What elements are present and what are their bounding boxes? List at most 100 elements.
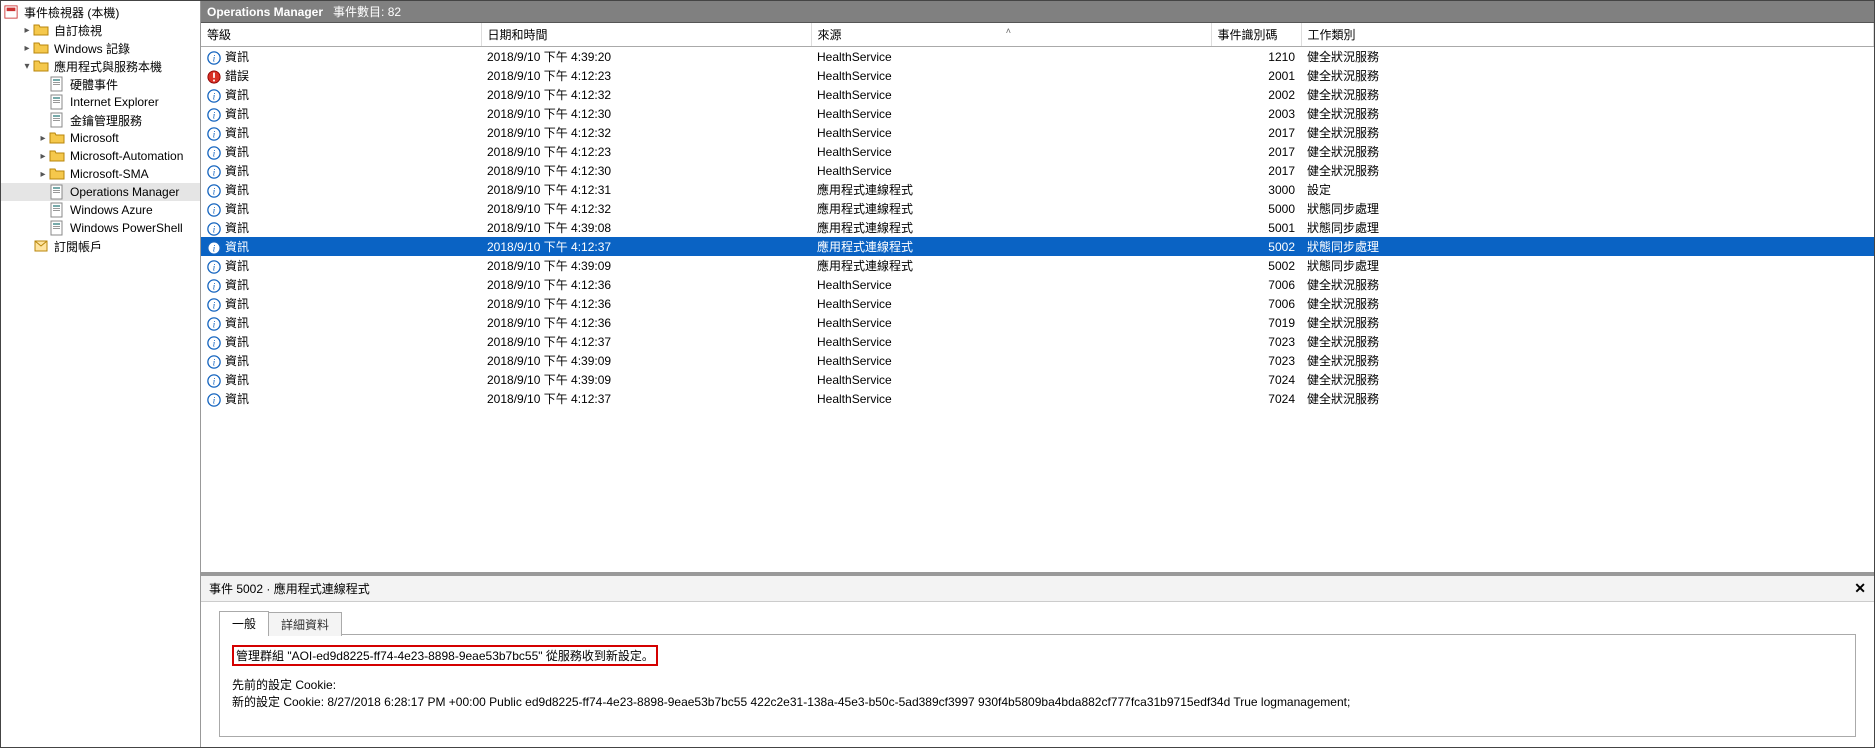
table-row[interactable]: 錯誤2018/9/10 下午 4:12:23HealthService2001健… xyxy=(201,66,1874,85)
close-icon[interactable]: ✕ xyxy=(1854,580,1866,597)
cell-source: HealthService xyxy=(811,351,1211,370)
cell-eventid: 5002 xyxy=(1211,237,1301,256)
table-row[interactable]: i資訊2018/9/10 下午 4:12:32HealthService2002… xyxy=(201,85,1874,104)
grid-header-bar: Operations Manager 事件數目: 82 xyxy=(201,1,1874,23)
tree-item-label: Microsoft-SMA xyxy=(68,167,151,181)
table-row[interactable]: i資訊2018/9/10 下午 4:12:36HealthService7006… xyxy=(201,275,1874,294)
tree-expand-icon[interactable]: ▸ xyxy=(37,133,49,144)
tree-item[interactable]: ▸Windows 記錄 xyxy=(1,39,200,57)
col-level[interactable]: 等級 xyxy=(201,23,481,47)
table-row[interactable]: i資訊2018/9/10 下午 4:12:37應用程式連線程式5002狀態同步處… xyxy=(201,237,1874,256)
info-icon: i xyxy=(207,203,221,217)
tree-item[interactable]: 訂閱帳戶 xyxy=(1,237,200,255)
tree-item[interactable]: Internet Explorer xyxy=(1,93,200,111)
cell-datetime: 2018/9/10 下午 4:12:37 xyxy=(481,237,811,256)
info-icon: i xyxy=(207,298,221,312)
col-datetime[interactable]: 日期和時間 xyxy=(481,23,811,47)
cell-datetime: 2018/9/10 下午 4:12:30 xyxy=(481,161,811,180)
cell-source: HealthService xyxy=(811,332,1211,351)
cell-eventid: 2017 xyxy=(1211,161,1301,180)
tree-item[interactable]: 硬體事件 xyxy=(1,75,200,93)
table-row[interactable]: i資訊2018/9/10 下午 4:39:08應用程式連線程式5001狀態同步處… xyxy=(201,218,1874,237)
cell-level: 資訊 xyxy=(225,278,249,292)
cell-source: HealthService xyxy=(811,294,1211,313)
cell-source: 應用程式連線程式 xyxy=(811,218,1211,237)
tree-item-label: 訂閱帳戶 xyxy=(52,238,104,255)
info-icon: i xyxy=(207,355,221,369)
tree-expand-icon[interactable]: ▸ xyxy=(37,169,49,180)
tree-expand-icon[interactable]: ▸ xyxy=(21,25,33,36)
tree-item[interactable]: 金鑰管理服務 xyxy=(1,111,200,129)
tree-item[interactable]: ▸Microsoft-Automation xyxy=(1,147,200,165)
folder-icon xyxy=(49,166,65,182)
event-grid[interactable]: 等級 日期和時間 來源˄ 事件識別碼 工作類別 i資訊2018/9/10 下午 … xyxy=(201,23,1874,408)
cell-source: HealthService xyxy=(811,370,1211,389)
info-icon: i xyxy=(207,222,221,236)
tree-item[interactable]: Windows Azure xyxy=(1,201,200,219)
detail-body[interactable]: 管理群組 "AOI-ed9d8225-ff74-4e23-8898-9eae53… xyxy=(219,634,1856,737)
col-eventid[interactable]: 事件識別碼 xyxy=(1211,23,1301,47)
tree-expand-icon[interactable]: ▾ xyxy=(21,61,33,72)
table-row[interactable]: i資訊2018/9/10 下午 4:12:23HealthService2017… xyxy=(201,142,1874,161)
error-icon xyxy=(207,70,221,84)
cell-category: 健全狀況服務 xyxy=(1301,370,1874,389)
table-row[interactable]: i資訊2018/9/10 下午 4:12:36HealthService7019… xyxy=(201,313,1874,332)
svg-text:i: i xyxy=(213,224,216,235)
table-row[interactable]: i資訊2018/9/10 下午 4:39:09HealthService7023… xyxy=(201,351,1874,370)
svg-text:i: i xyxy=(213,319,216,330)
cell-level: 資訊 xyxy=(225,107,249,121)
cell-datetime: 2018/9/10 下午 4:12:32 xyxy=(481,199,811,218)
navigation-tree[interactable]: 事件檢視器 (本機) ▸自訂檢視▸Windows 記錄▾應用程式與服務本機硬體事… xyxy=(1,1,201,747)
info-icon: i xyxy=(207,336,221,350)
info-icon: i xyxy=(207,184,221,198)
tree-item[interactable]: Operations Manager xyxy=(1,183,200,201)
cell-datetime: 2018/9/10 下午 4:12:32 xyxy=(481,123,811,142)
cell-eventid: 2002 xyxy=(1211,85,1301,104)
table-row[interactable]: i資訊2018/9/10 下午 4:39:20HealthService1210… xyxy=(201,47,1874,67)
cell-datetime: 2018/9/10 下午 4:39:08 xyxy=(481,218,811,237)
info-icon: i xyxy=(207,374,221,388)
cell-level: 錯誤 xyxy=(225,69,249,83)
table-row[interactable]: i資訊2018/9/10 下午 4:39:09應用程式連線程式5002狀態同步處… xyxy=(201,256,1874,275)
tree-item[interactable]: Windows PowerShell xyxy=(1,219,200,237)
cell-level: 資訊 xyxy=(225,50,249,64)
svg-text:i: i xyxy=(213,91,216,102)
table-row[interactable]: i資訊2018/9/10 下午 4:12:31應用程式連線程式3000設定 xyxy=(201,180,1874,199)
svg-text:i: i xyxy=(213,357,216,368)
tree-item[interactable]: ▸Microsoft xyxy=(1,129,200,147)
detail-title: 事件 5002 · 應用程式連線程式 xyxy=(209,580,370,597)
cell-source: HealthService xyxy=(811,104,1211,123)
detail-highlight: 管理群組 "AOI-ed9d8225-ff74-4e23-8898-9eae53… xyxy=(232,645,658,666)
cell-category: 健全狀況服務 xyxy=(1301,85,1874,104)
col-category[interactable]: 工作類別 xyxy=(1301,23,1874,47)
info-icon: i xyxy=(207,260,221,274)
cell-eventid: 5001 xyxy=(1211,218,1301,237)
table-row[interactable]: i資訊2018/9/10 下午 4:12:30HealthService2017… xyxy=(201,161,1874,180)
col-source[interactable]: 來源˄ xyxy=(811,23,1211,47)
event-grid-scroll[interactable]: 等級 日期和時間 來源˄ 事件識別碼 工作類別 i資訊2018/9/10 下午 … xyxy=(201,23,1874,572)
svg-text:i: i xyxy=(213,376,216,387)
table-row[interactable]: i資訊2018/9/10 下午 4:12:37HealthService7023… xyxy=(201,332,1874,351)
table-row[interactable]: i資訊2018/9/10 下午 4:39:09HealthService7024… xyxy=(201,370,1874,389)
cell-category: 健全狀況服務 xyxy=(1301,351,1874,370)
svg-text:i: i xyxy=(213,243,216,254)
folder-icon xyxy=(49,148,65,164)
tree-item[interactable]: ▸ Microsoft-SMA xyxy=(1,165,200,183)
column-header-row[interactable]: 等級 日期和時間 來源˄ 事件識別碼 工作類別 xyxy=(201,23,1874,47)
tree-item[interactable]: ▸自訂檢視 xyxy=(1,21,200,39)
table-row[interactable]: i資訊2018/9/10 下午 4:12:32HealthService2017… xyxy=(201,123,1874,142)
cell-level: 資訊 xyxy=(225,373,249,387)
cell-category: 健全狀況服務 xyxy=(1301,104,1874,123)
tree-root[interactable]: 事件檢視器 (本機) xyxy=(1,3,200,21)
tree-expand-icon[interactable]: ▸ xyxy=(21,43,33,54)
table-row[interactable]: i資訊2018/9/10 下午 4:12:30HealthService2003… xyxy=(201,104,1874,123)
table-row[interactable]: i資訊2018/9/10 下午 4:12:37HealthService7024… xyxy=(201,389,1874,408)
table-row[interactable]: i資訊2018/9/10 下午 4:12:32應用程式連線程式5000狀態同步處… xyxy=(201,199,1874,218)
tree-item[interactable]: ▾應用程式與服務本機 xyxy=(1,57,200,75)
detail-line1: 先前的設定 Cookie: xyxy=(232,676,1843,693)
tab-general[interactable]: 一般 xyxy=(219,611,269,635)
tree-expand-icon[interactable]: ▸ xyxy=(37,151,49,162)
eventviewer-icon xyxy=(3,4,19,20)
table-row[interactable]: i資訊2018/9/10 下午 4:12:36HealthService7006… xyxy=(201,294,1874,313)
tab-details[interactable]: 詳細資料 xyxy=(268,612,342,636)
